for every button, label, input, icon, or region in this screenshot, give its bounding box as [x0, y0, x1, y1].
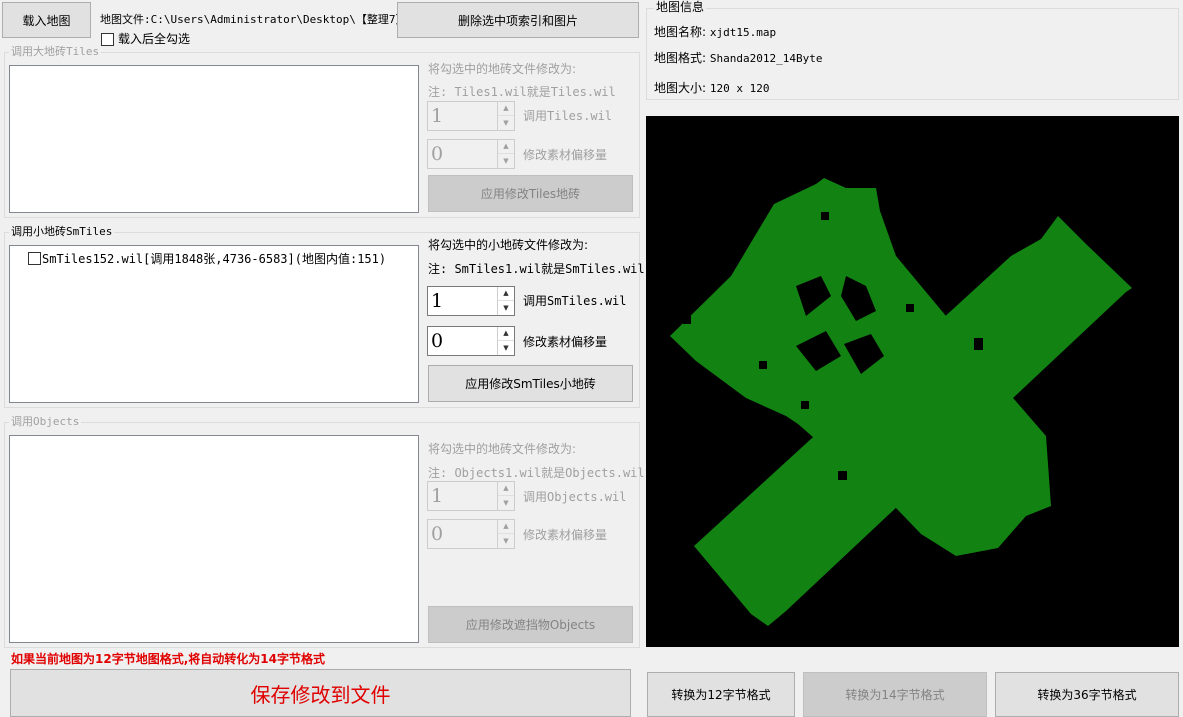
objects-number-label: 调用Objects.wil	[523, 490, 627, 504]
smtiles-group-legend: 调用小地砖SmTiles	[9, 225, 115, 239]
tiles-group-legend: 调用大地砖Tiles	[9, 45, 102, 59]
objects-number-arrows: ▲ ▼	[497, 482, 514, 510]
spin-down-icon[interactable]: ▼	[498, 154, 514, 168]
convert-36byte-button[interactable]: 转换为36字节格式	[995, 672, 1179, 717]
select-all-after-load-checkbox[interactable]	[101, 33, 114, 46]
save-to-file-button[interactable]: 保存修改到文件	[10, 669, 631, 717]
map-hole	[801, 401, 809, 409]
smtiles-offset-stepper[interactable]: 0 ▲ ▼	[427, 326, 515, 356]
spin-down-icon[interactable]: ▼	[498, 116, 514, 130]
objects-modify-prompt: 将勾选中的地砖文件修改为:	[428, 442, 577, 456]
spin-down-icon[interactable]: ▼	[498, 341, 514, 355]
tiles-note: 注: Tiles1.wil就是Tiles.wil	[428, 85, 616, 99]
convert-12byte-button[interactable]: 转换为12字节格式	[647, 672, 795, 717]
spin-up-icon[interactable]: ▲	[498, 482, 514, 496]
list-item-checkbox[interactable]	[28, 252, 41, 265]
select-all-after-load-label: 载入后全勾选	[118, 32, 191, 46]
delete-selected-button[interactable]: 删除选中项索引和图片	[397, 2, 639, 38]
smtiles-offset-label: 修改素材偏移量	[523, 335, 608, 349]
map-hole	[974, 338, 983, 350]
format-warning: 如果当前地图为12字节地图格式,将自动转化为14字节格式	[11, 652, 325, 666]
map-hole	[906, 304, 914, 312]
objects-number-stepper[interactable]: 1 ▲ ▼	[427, 481, 515, 511]
spin-up-icon[interactable]: ▲	[498, 327, 514, 341]
map-size-label: 地图大小:	[654, 81, 707, 95]
map-info-title: 地图信息	[654, 0, 707, 14]
convert-14byte-button[interactable]: 转换为14字节格式	[803, 672, 987, 717]
tiles-number-label: 调用Tiles.wil	[523, 109, 613, 123]
apply-tiles-button[interactable]: 应用修改Tiles地砖	[428, 175, 633, 212]
tiles-offset-arrows: ▲ ▼	[497, 140, 514, 168]
tiles-listbox[interactable]	[9, 65, 419, 213]
map-size-value: 120 x 120	[709, 82, 770, 95]
load-map-button[interactable]: 载入地图	[2, 2, 91, 38]
map-hole	[683, 316, 691, 324]
apply-smtiles-button[interactable]: 应用修改SmTiles小地砖	[428, 365, 633, 402]
map-preview-image	[670, 178, 1132, 626]
spin-down-icon[interactable]: ▼	[498, 301, 514, 315]
smtiles-listbox[interactable]: SmTiles152.wil[调用1848张,4736-6583](地图内值:1…	[9, 245, 419, 403]
objects-offset-value: 0	[431, 523, 444, 545]
smtiles-offset-arrows: ▲ ▼	[497, 327, 514, 355]
map-hole	[838, 471, 847, 480]
map-name-label: 地图名称:	[654, 25, 707, 39]
tiles-offset-stepper[interactable]: 0 ▲ ▼	[427, 139, 515, 169]
tiles-number-stepper[interactable]: 1 ▲ ▼	[427, 101, 515, 131]
tiles-number-arrows: ▲ ▼	[497, 102, 514, 130]
map-format-row: 地图格式: Shanda2012_14Byte	[654, 51, 822, 66]
smtiles-note: 注: SmTiles1.wil就是SmTiles.wil	[428, 262, 645, 276]
objects-note: 注: Objects1.wil就是Objects.wil	[428, 466, 645, 480]
map-format-label: 地图格式:	[654, 51, 707, 65]
objects-listbox[interactable]	[9, 435, 419, 643]
spin-up-icon[interactable]: ▲	[498, 140, 514, 154]
spin-up-icon[interactable]: ▲	[498, 520, 514, 534]
smtiles-offset-value: 0	[431, 330, 444, 352]
smtiles-number-value: 1	[431, 290, 444, 312]
map-name-value: xjdt15.map	[709, 26, 777, 39]
tiles-offset-label: 修改素材偏移量	[523, 148, 608, 162]
map-format-value: Shanda2012_14Byte	[709, 52, 823, 65]
objects-group-legend: 调用Objects	[9, 415, 82, 429]
spin-up-icon[interactable]: ▲	[498, 102, 514, 116]
smtiles-modify-prompt: 将勾选中的小地砖文件修改为:	[428, 238, 589, 252]
objects-offset-arrows: ▲ ▼	[497, 520, 514, 548]
spin-up-icon[interactable]: ▲	[498, 287, 514, 301]
smtiles-number-arrows: ▲ ▼	[497, 287, 514, 315]
tiles-modify-prompt: 将勾选中的地砖文件修改为:	[428, 62, 577, 76]
map-hole	[759, 361, 767, 369]
smtiles-number-label: 调用SmTiles.wil	[523, 294, 627, 308]
list-item-label: SmTiles152.wil[调用1848张,4736-6583](地图内值:1…	[42, 252, 387, 266]
objects-offset-label: 修改素材偏移量	[523, 528, 608, 542]
map-file-path: 地图文件:C:\Users\Administrator\Desktop\【整理7…	[100, 13, 414, 26]
map-size-row: 地图大小: 120 x 120	[654, 81, 769, 96]
smtiles-number-stepper[interactable]: 1 ▲ ▼	[427, 286, 515, 316]
tiles-number-value: 1	[431, 105, 444, 127]
map-hole	[821, 212, 829, 220]
spin-down-icon[interactable]: ▼	[498, 496, 514, 510]
objects-offset-stepper[interactable]: 0 ▲ ▼	[427, 519, 515, 549]
apply-objects-button[interactable]: 应用修改遮挡物Objects	[428, 606, 633, 643]
spin-down-icon[interactable]: ▼	[498, 534, 514, 548]
objects-number-value: 1	[431, 485, 444, 507]
tiles-offset-value: 0	[431, 143, 444, 165]
map-name-row: 地图名称: xjdt15.map	[654, 25, 776, 40]
map-preview[interactable]	[646, 116, 1179, 647]
